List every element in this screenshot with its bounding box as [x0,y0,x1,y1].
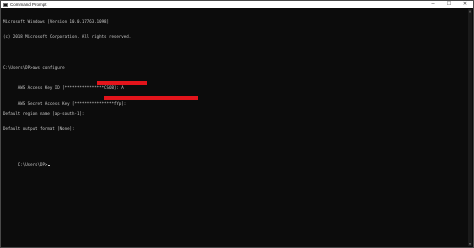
console-line: (c) 2018 Microsoft Corporation. All righ… [3,34,132,40]
console-line-secret-key: AWS Secret Access Key [****************f… [3,96,467,106]
secret-key-text: AWS Secret Access Key [****************f… [17,100,127,106]
title-bar[interactable]: Command Prompt ─ ☐ ✕ [1,1,473,8]
redaction-bar [97,80,147,85]
close-button[interactable]: ✕ [457,1,473,8]
prompt-text: C:\Users\DP> [17,161,48,167]
access-key-text: AWS Access Key ID [****************CSOB]… [17,85,124,91]
console-output[interactable]: Microsoft Windows [Version 10.0.17763.10… [3,9,467,172]
console-line: Default output format [None]: [3,126,75,132]
cmd-app-icon [3,2,8,7]
console-line: Microsoft Windows [Version 10.0.17763.10… [3,19,109,25]
command-prompt-window: Command Prompt ─ ☐ ✕ Microsoft Windows [… [0,0,474,248]
text-cursor [47,165,50,167]
window-controls: ─ ☐ ✕ [425,1,473,8]
console-line-access-key: AWS Access Key ID [****************CSOB]… [3,80,467,90]
scroll-down-arrow-icon[interactable]: ▼ [468,242,472,246]
maximize-button[interactable]: ☐ [441,1,457,8]
console-line: C:\Users\DP>aws configure [3,65,65,71]
redaction-bar [104,96,198,101]
scroll-up-arrow-icon[interactable]: ▲ [468,9,472,13]
console-prompt-line: C:\Users\DP> [3,157,467,167]
minimize-button[interactable]: ─ [425,1,441,8]
console-line: Default region name [ap-south-1]: [3,110,85,116]
window-title: Command Prompt [10,2,47,7]
vertical-scrollbar[interactable]: ▲ ▼ [468,9,472,246]
